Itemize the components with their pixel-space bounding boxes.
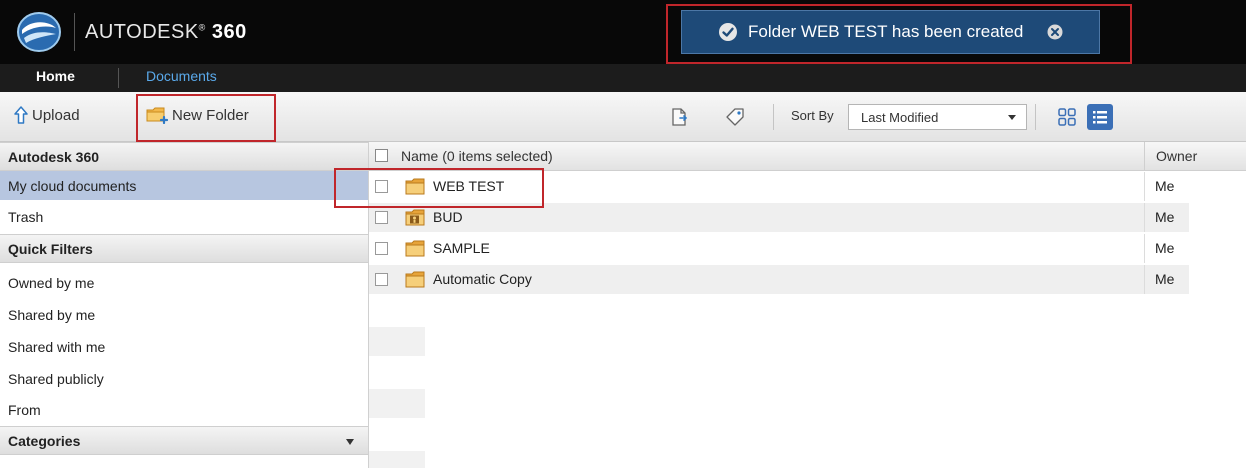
column-divider — [1144, 172, 1145, 201]
autodesk-logo-icon — [17, 12, 61, 52]
logo-divider — [74, 13, 75, 51]
categories-label: Categories — [8, 432, 81, 449]
file-owner: Me — [1155, 178, 1175, 194]
sidebar-item-shared-by-me[interactable]: Shared by me — [0, 300, 368, 329]
empty-row-stripe — [369, 327, 425, 356]
file-name: BUD — [433, 209, 463, 225]
row-checkbox[interactable] — [375, 211, 388, 224]
table-row[interactable]: SAMPLE Me — [369, 234, 1189, 263]
table-row[interactable]: Automatic Copy Me — [369, 265, 1189, 294]
sidebar: Autodesk 360 My cloud documents Trash Qu… — [0, 142, 369, 468]
grid-view-icon[interactable] — [1054, 104, 1080, 130]
list-view-icon[interactable] — [1087, 104, 1113, 130]
file-owner: Me — [1155, 240, 1175, 256]
select-all-checkbox[interactable] — [375, 149, 388, 162]
column-divider — [1144, 265, 1145, 294]
column-divider — [1144, 234, 1145, 263]
move-file-icon[interactable] — [669, 107, 689, 127]
sidebar-item-trash[interactable]: Trash — [0, 202, 368, 231]
nav-bar: Home Documents — [0, 64, 1246, 92]
empty-row-stripe — [369, 389, 425, 418]
app-title: AUTODESK® 360 — [85, 20, 247, 43]
file-owner: Me — [1155, 271, 1175, 287]
sidebar-item-shared-with-me[interactable]: Shared with me — [0, 332, 368, 361]
row-checkbox[interactable] — [375, 242, 388, 255]
folder-icon — [405, 271, 425, 288]
toolbar-divider — [773, 104, 774, 130]
file-name: Automatic Copy — [433, 271, 532, 287]
nav-home[interactable]: Home — [36, 68, 75, 84]
file-name: SAMPLE — [433, 240, 490, 256]
owner-column-header[interactable]: Owner — [1156, 148, 1197, 164]
highlight-box-notification — [666, 4, 1132, 64]
app-logo[interactable]: AUTODESK® 360 — [16, 10, 247, 54]
sidebar-section-categories[interactable]: Categories — [0, 426, 368, 455]
highlight-box-new-folder — [136, 94, 276, 142]
upload-button[interactable]: Upload — [14, 106, 80, 124]
file-owner: Me — [1155, 209, 1175, 225]
upload-arrow-icon — [14, 106, 28, 124]
sidebar-item-from[interactable]: From — [0, 395, 368, 424]
highlight-box-web-test — [334, 168, 544, 208]
sort-by-value: Last Modified — [861, 109, 939, 125]
row-checkbox[interactable] — [375, 273, 388, 286]
toolbar-divider — [1035, 104, 1036, 130]
nav-divider — [118, 68, 119, 88]
brand-name: AUTODESK — [85, 20, 199, 43]
shared-folder-icon — [405, 209, 425, 226]
brand-suffix: 360 — [211, 20, 247, 43]
upload-label: Upload — [32, 106, 80, 124]
column-divider — [1144, 142, 1145, 171]
folder-icon — [405, 240, 425, 257]
sidebar-item-my-cloud-documents[interactable]: My cloud documents — [0, 171, 368, 200]
sort-by-select[interactable]: Last Modified — [848, 104, 1027, 130]
tag-icon[interactable] — [725, 107, 745, 127]
sidebar-item-shared-publicly[interactable]: Shared publicly — [0, 364, 368, 393]
chevron-down-icon — [346, 439, 354, 445]
empty-row-stripe — [369, 451, 425, 468]
nav-documents[interactable]: Documents — [146, 68, 217, 84]
name-column-header[interactable]: Name (0 items selected) — [401, 148, 553, 164]
sidebar-item-owned-by-me[interactable]: Owned by me — [0, 268, 368, 297]
column-divider — [1144, 203, 1145, 232]
sidebar-section-autodesk-360: Autodesk 360 — [0, 142, 368, 171]
list-header: Name (0 items selected) Owner — [369, 142, 1246, 171]
sort-by-label: Sort By — [791, 108, 834, 123]
chevron-down-icon — [1008, 115, 1016, 120]
sidebar-section-quick-filters: Quick Filters — [0, 234, 368, 263]
